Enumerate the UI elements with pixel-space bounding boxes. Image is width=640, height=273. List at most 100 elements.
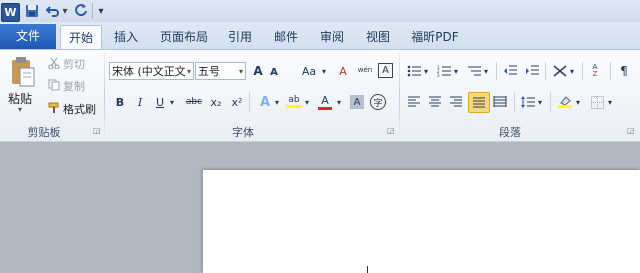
- paragraph-group-label: 段落: [499, 126, 521, 139]
- font-name-dropdown-icon[interactable]: ▾: [187, 63, 191, 81]
- text-cursor: [367, 266, 368, 273]
- change-case-dropdown-icon[interactable]: ▾: [320, 63, 328, 79]
- document-page[interactable]: [203, 170, 640, 273]
- character-shading-button[interactable]: A: [350, 95, 364, 109]
- paragraph-divider: [514, 92, 515, 112]
- tab-page-layout[interactable]: 页面布局: [155, 25, 213, 49]
- underline-button[interactable]: U: [153, 94, 167, 110]
- increase-indent-icon[interactable]: [524, 63, 540, 79]
- shading-icon[interactable]: [557, 93, 573, 110]
- line-spacing-icon[interactable]: [520, 94, 536, 110]
- paragraph-launcher-icon[interactable]: ◲: [627, 127, 635, 135]
- font-color-button[interactable]: A: [317, 93, 333, 110]
- tab-file[interactable]: 文件: [0, 24, 56, 49]
- copy-icon[interactable]: [47, 78, 61, 92]
- tab-home[interactable]: 开始: [60, 25, 102, 50]
- borders-icon[interactable]: [589, 94, 605, 110]
- font-name-value: 宋体 (中文正文: [112, 65, 186, 78]
- clipboard-group-label: 剪贴板: [27, 126, 61, 139]
- customize-qat-icon[interactable]: ▾: [96, 3, 106, 19]
- redo-icon[interactable]: [74, 3, 88, 19]
- font-size-combo[interactable]: 五号 ▾: [195, 62, 246, 80]
- font-size-dropdown-icon[interactable]: ▾: [239, 63, 243, 81]
- bold-button[interactable]: B: [113, 94, 127, 110]
- sort-icon[interactable]: AZ: [587, 63, 603, 79]
- borders-dropdown-icon[interactable]: ▾: [606, 94, 614, 110]
- svg-text:3: 3: [437, 73, 440, 77]
- tab-insert[interactable]: 插入: [108, 25, 144, 49]
- scissors-icon[interactable]: [47, 56, 61, 70]
- highlight-color-bar: [287, 105, 301, 108]
- multilevel-list-icon[interactable]: [466, 63, 482, 79]
- ribbon-home: 粘贴 ▾ 剪切 复制 格式刷 剪贴板 ◲ 宋体 (中文正文 ▾ 五号 ▾ A A…: [0, 49, 640, 143]
- undo-icon[interactable]: [46, 3, 60, 19]
- decrease-indent-icon[interactable]: [502, 63, 518, 79]
- copy-label[interactable]: 复制: [63, 78, 85, 94]
- multilevel-dropdown-icon[interactable]: ▾: [482, 63, 490, 79]
- quick-access-toolbar: W ▾ ▾: [0, 0, 640, 23]
- phonetic-guide-button[interactable]: wén: [356, 61, 374, 79]
- paragraph-divider: [550, 92, 551, 112]
- tab-references[interactable]: 引用: [222, 25, 258, 49]
- underline-dropdown-icon[interactable]: ▾: [168, 94, 176, 110]
- highlight-dropdown-icon[interactable]: ▾: [303, 94, 311, 110]
- enclose-characters-button[interactable]: 字: [370, 94, 386, 110]
- word-app-icon[interactable]: W: [1, 3, 20, 22]
- numbering-icon[interactable]: 123: [436, 63, 452, 79]
- paste-dropdown-icon[interactable]: ▾: [18, 105, 22, 114]
- justify-icon[interactable]: [468, 92, 490, 113]
- format-painter-icon[interactable]: [47, 101, 61, 115]
- undo-dropdown-icon[interactable]: ▾: [61, 3, 69, 19]
- paragraph-divider: [545, 62, 546, 80]
- qat-divider: [92, 3, 93, 19]
- font-size-value: 五号: [198, 65, 220, 78]
- font-color-glyph: A: [321, 93, 329, 107]
- highlight-glyph: ab: [288, 95, 300, 105]
- text-effects-button[interactable]: A: [257, 94, 273, 110]
- chinese-layout-dropdown-icon[interactable]: ▾: [568, 63, 576, 79]
- font-name-combo[interactable]: 宋体 (中文正文 ▾: [109, 62, 194, 80]
- cut-label[interactable]: 剪切: [63, 56, 85, 72]
- shading-dropdown-icon[interactable]: ▾: [574, 94, 582, 110]
- group-divider: [399, 53, 400, 139]
- font-launcher-icon[interactable]: ◲: [387, 127, 395, 135]
- change-case-button[interactable]: Aa: [299, 63, 319, 79]
- save-icon[interactable]: [24, 3, 40, 19]
- group-divider: [104, 53, 105, 139]
- bullets-icon[interactable]: [406, 63, 422, 79]
- character-border-button[interactable]: A: [378, 63, 393, 78]
- paragraph-divider: [496, 62, 497, 80]
- italic-button[interactable]: I: [133, 94, 147, 110]
- font-divider: [249, 92, 250, 112]
- clipboard-launcher-icon[interactable]: ◲: [93, 127, 101, 135]
- numbering-dropdown-icon[interactable]: ▾: [452, 63, 460, 79]
- shading-color-bar: [558, 105, 572, 108]
- paste-icon[interactable]: [6, 54, 40, 90]
- line-spacing-dropdown-icon[interactable]: ▾: [536, 94, 544, 110]
- text-effects-dropdown-icon[interactable]: ▾: [273, 94, 281, 110]
- distributed-icon[interactable]: [492, 94, 508, 110]
- show-marks-icon[interactable]: ¶: [616, 63, 632, 79]
- grow-font-button[interactable]: A: [250, 63, 266, 79]
- tab-view[interactable]: 视图: [360, 25, 396, 49]
- align-center-icon[interactable]: [427, 94, 443, 110]
- bullets-dropdown-icon[interactable]: ▾: [422, 63, 430, 79]
- paragraph-divider: [610, 62, 611, 80]
- align-left-icon[interactable]: [406, 94, 422, 110]
- subscript-button[interactable]: x₂: [209, 94, 223, 110]
- superscript-button[interactable]: x²: [230, 94, 244, 110]
- format-painter-label[interactable]: 格式刷: [63, 101, 96, 117]
- highlight-button[interactable]: ab: [286, 93, 302, 110]
- strikethrough-button[interactable]: abc: [185, 94, 203, 110]
- tab-foxit-pdf[interactable]: 福昕PDF: [404, 25, 466, 49]
- tab-review[interactable]: 审阅: [314, 25, 350, 49]
- shrink-font-button[interactable]: A: [267, 65, 281, 79]
- chinese-layout-icon[interactable]: [552, 63, 568, 79]
- tab-mailings[interactable]: 邮件: [268, 25, 304, 49]
- align-right-icon[interactable]: [448, 94, 464, 110]
- paragraph-divider: [582, 62, 583, 80]
- ribbon-tab-bar: 文件 开始 插入 页面布局 引用 邮件 审阅 视图 福昕PDF: [0, 22, 640, 50]
- font-group-label: 字体: [232, 126, 254, 139]
- clear-formatting-button[interactable]: A: [335, 63, 351, 79]
- font-color-dropdown-icon[interactable]: ▾: [335, 94, 343, 110]
